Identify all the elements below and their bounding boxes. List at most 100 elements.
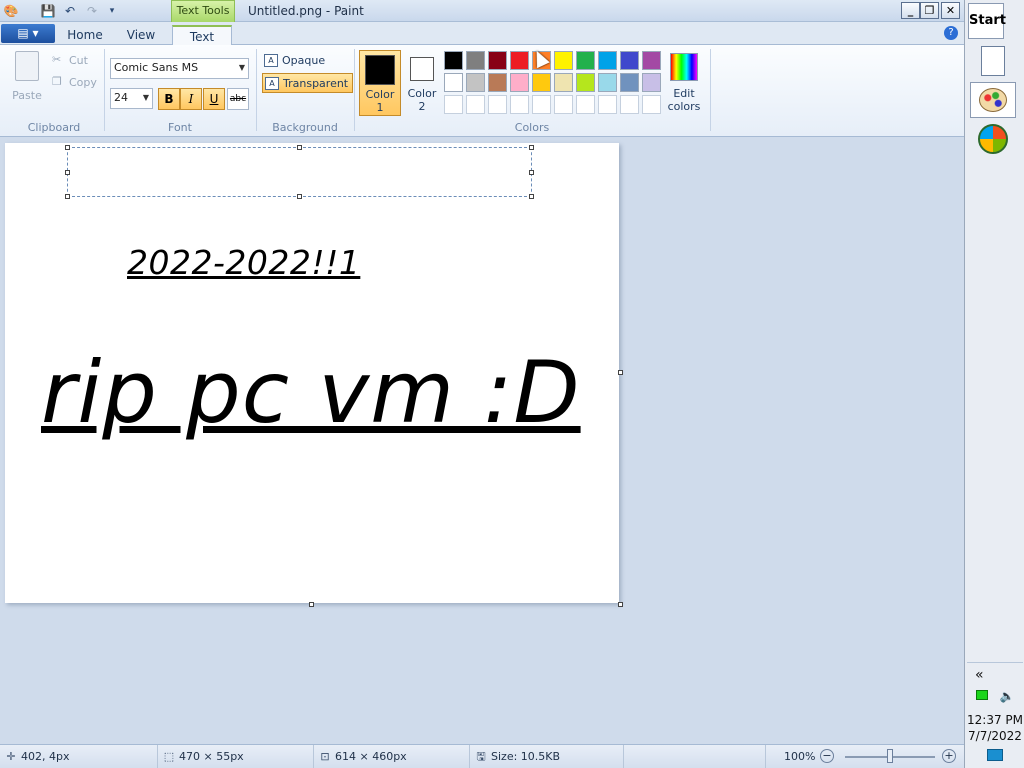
resize-handle[interactable] (529, 145, 534, 150)
image-size: ⊡ 614 × 460px (314, 745, 470, 768)
paste-button[interactable]: Paste (8, 51, 46, 107)
palette-swatch[interactable] (620, 73, 639, 92)
separator (710, 49, 711, 131)
canvas-resize-handle-corner[interactable] (618, 602, 623, 607)
palette-swatch[interactable] (642, 73, 661, 92)
cut-button[interactable]: ✂ Cut (52, 53, 88, 69)
zoom-slider-thumb[interactable] (887, 749, 893, 763)
taskbar-new-document-button[interactable] (970, 44, 1016, 80)
resize-handle[interactable] (65, 170, 70, 175)
tab-text[interactable]: Text (172, 25, 232, 45)
canvas-text-year: 2022-2022!!1 (127, 243, 361, 282)
bold-button[interactable]: B (158, 88, 180, 110)
cut-label: Cut (69, 54, 88, 67)
palette-swatch[interactable] (620, 51, 639, 70)
tab-home[interactable]: Home (60, 25, 110, 45)
canvas-resize-handle-right[interactable] (618, 370, 623, 375)
custom-color-slot[interactable] (598, 95, 617, 114)
canvas-resize-handle-bottom[interactable] (309, 602, 314, 607)
color2-label-line2: 2 (418, 100, 426, 113)
italic-button[interactable]: I (180, 88, 202, 110)
quick-access-dropdown-icon[interactable]: ▾ (104, 3, 120, 19)
tray-collapse-button[interactable]: « (967, 667, 1023, 683)
undo-icon[interactable]: ↶ (62, 3, 78, 19)
copy-button[interactable]: ❐ Copy (52, 75, 97, 91)
font-family-select[interactable]: Comic Sans MS ▼ (110, 58, 249, 79)
palette-swatch[interactable] (444, 51, 463, 70)
palette-swatch[interactable] (554, 51, 573, 70)
transparent-button[interactable]: A Transparent (262, 73, 354, 93)
resize-handle[interactable] (297, 145, 302, 150)
restore-button[interactable]: ❐ (920, 2, 939, 19)
custom-color-slot[interactable] (444, 95, 463, 114)
show-desktop-button[interactable] (987, 749, 1003, 761)
separator (354, 49, 355, 131)
palette-swatch[interactable] (488, 51, 507, 70)
clock-date[interactable]: 7/7/2022 (967, 729, 1023, 743)
custom-color-slot[interactable] (510, 95, 529, 114)
paint-app-icon[interactable]: 🎨 (3, 3, 19, 19)
help-icon[interactable]: ? (944, 26, 958, 40)
palette-swatch[interactable] (510, 73, 529, 92)
strikethrough-button[interactable]: abc (227, 88, 249, 110)
palette-swatch[interactable] (444, 73, 463, 92)
opaque-button[interactable]: A Opaque (262, 51, 325, 71)
image-size-icon: ⊡ (320, 750, 330, 763)
taskbar-windows-button[interactable] (970, 122, 1016, 158)
zoom-in-icon[interactable]: + (942, 749, 956, 763)
color1-label-line2: 1 (376, 101, 384, 114)
paint-palette-icon (979, 88, 1007, 112)
clipboard-icon (15, 51, 39, 81)
taskbar-paint-button[interactable] (970, 82, 1016, 118)
resize-handle[interactable] (529, 170, 534, 175)
volume-icon[interactable]: 🔈 (999, 689, 1014, 703)
paint-menu-button[interactable]: ▤ ▾ (1, 24, 55, 43)
minimize-button[interactable]: _ (901, 2, 920, 19)
selection-size: ⬚ 470 × 55px (158, 745, 314, 768)
resize-handle[interactable] (297, 194, 302, 199)
palette-swatch[interactable] (532, 73, 551, 92)
color2-button[interactable]: Color 2 (401, 50, 443, 116)
font-size-select[interactable]: 24 ▼ (110, 88, 153, 109)
zoom-out-icon[interactable]: − (820, 749, 834, 763)
file-size-value: Size: 10.5KB (491, 750, 561, 763)
custom-color-slot[interactable] (554, 95, 573, 114)
edit-colors-button[interactable]: Edit colors (664, 51, 704, 117)
palette-swatch[interactable] (554, 73, 573, 92)
palette-swatch[interactable] (576, 51, 595, 70)
clock-time[interactable]: 12:37 PM (967, 713, 1023, 727)
tab-view[interactable]: View (116, 25, 166, 45)
text-selection-box[interactable] (65, 145, 534, 199)
save-icon[interactable]: 💾 (40, 3, 56, 19)
palette-swatch[interactable] (598, 73, 617, 92)
palette-swatch[interactable] (510, 51, 529, 70)
resize-handle[interactable] (65, 145, 70, 150)
document-icon (981, 46, 1005, 76)
font-size-value: 24 (114, 91, 128, 104)
status-bar: ✛ 402, 4px ⬚ 470 × 55px ⊡ 614 × 460px 🖫 Size… (0, 744, 964, 768)
custom-color-slot[interactable] (620, 95, 639, 114)
palette-swatch[interactable] (598, 51, 617, 70)
palette-swatch[interactable] (576, 73, 595, 92)
palette-swatch[interactable] (466, 51, 485, 70)
opaque-label: Opaque (282, 54, 326, 67)
canvas[interactable]: 2022-2022!!1 rip pc vm :D (5, 143, 619, 603)
palette-swatch[interactable] (642, 51, 661, 70)
custom-color-slot[interactable] (642, 95, 661, 114)
custom-color-slot[interactable] (488, 95, 507, 114)
color1-label-line1: Color (365, 88, 395, 101)
resize-handle[interactable] (529, 194, 534, 199)
start-button[interactable]: Start (968, 3, 1006, 39)
custom-color-slot[interactable] (466, 95, 485, 114)
close-button[interactable]: ✕ (941, 2, 960, 19)
custom-color-slot[interactable] (576, 95, 595, 114)
network-icon[interactable] (975, 690, 988, 700)
underline-button[interactable]: U (203, 88, 225, 110)
palette-swatch[interactable] (466, 73, 485, 92)
canvas-text-rip: rip pc vm :D (41, 343, 581, 443)
redo-icon[interactable]: ↷ (84, 3, 100, 19)
palette-swatch[interactable] (488, 73, 507, 92)
resize-handle[interactable] (65, 194, 70, 199)
color1-button[interactable]: Color 1 (359, 50, 401, 116)
custom-color-slot[interactable] (532, 95, 551, 114)
